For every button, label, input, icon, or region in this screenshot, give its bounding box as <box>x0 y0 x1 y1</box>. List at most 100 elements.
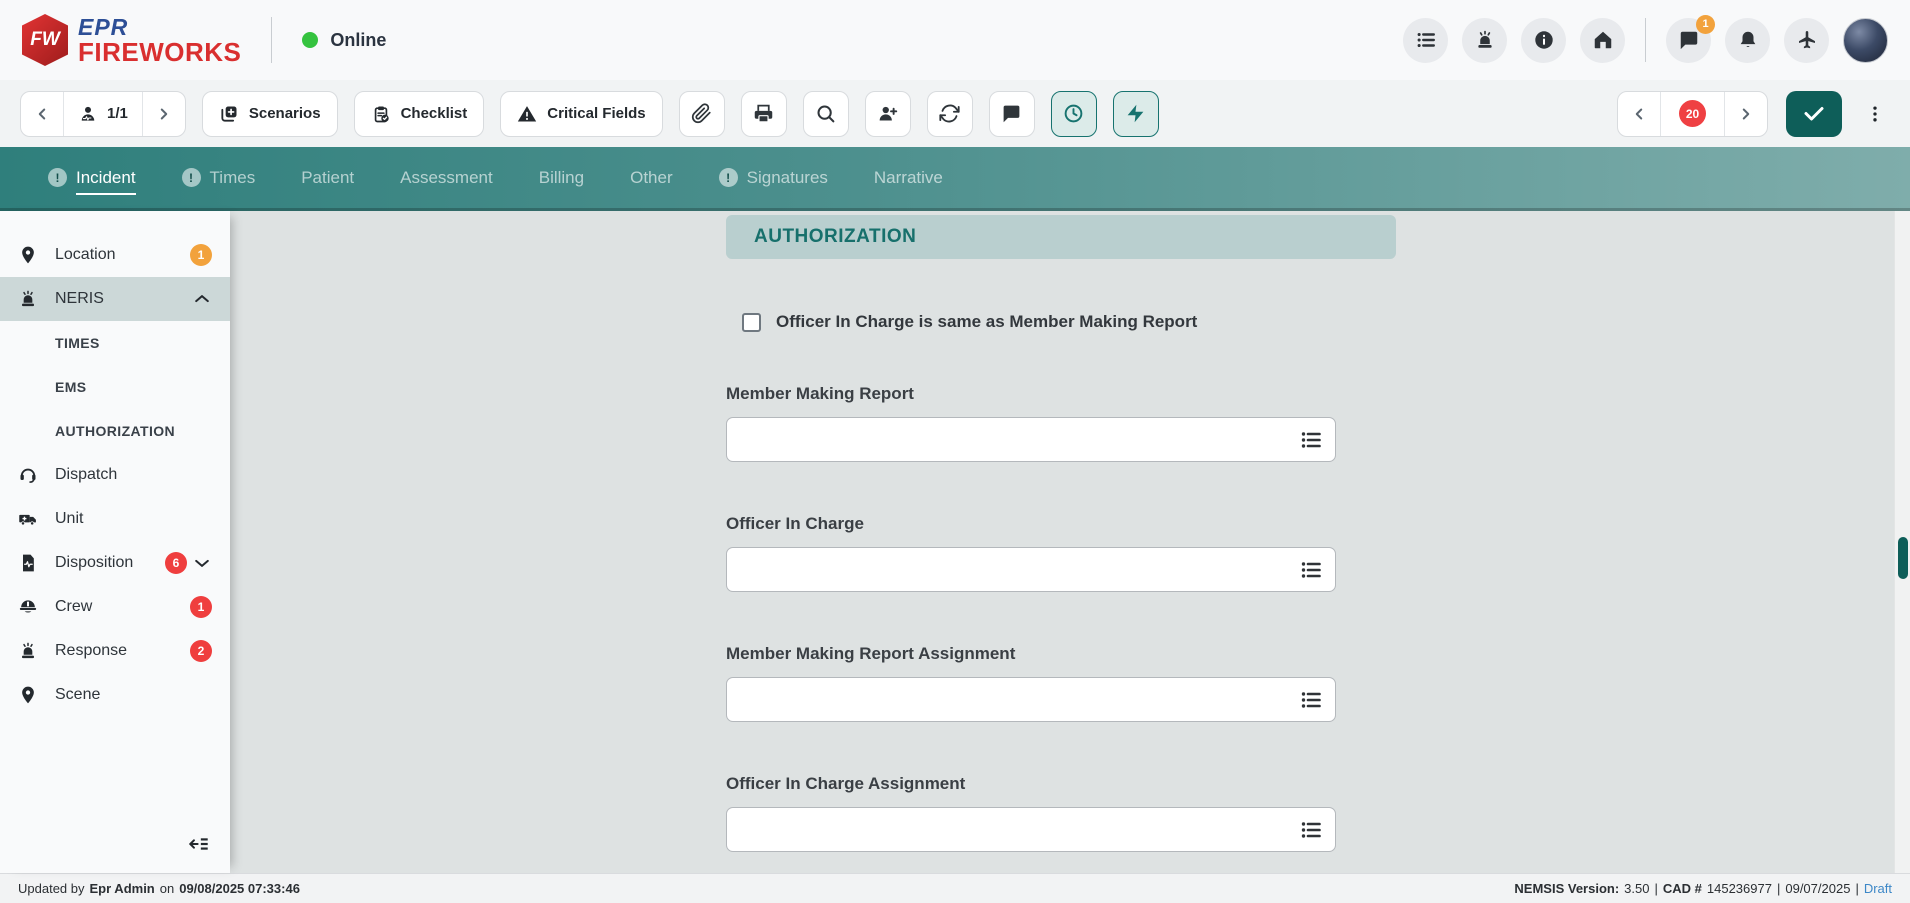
sidebar-item-crew[interactable]: Crew 1 <box>0 585 230 629</box>
officer-in-charge-lookup-button[interactable] <box>1287 548 1335 591</box>
sidebar-item-unit[interactable]: Unit <box>0 497 230 541</box>
search-button[interactable] <box>803 91 849 137</box>
crew-badge: 1 <box>190 596 212 618</box>
print-button[interactable] <box>741 91 787 137</box>
notifications-bell-icon[interactable] <box>1725 18 1770 63</box>
checklist-icon <box>371 104 391 124</box>
scenarios-label: Scenarios <box>249 105 321 122</box>
member-making-report-lookup-button[interactable] <box>1287 418 1335 461</box>
tab-other[interactable]: Other <box>630 168 673 188</box>
sidebar-item-neris[interactable]: NERIS <box>0 277 230 321</box>
comments-button[interactable] <box>989 91 1035 137</box>
officer-in-charge-field-group: Officer In Charge <box>726 514 1336 592</box>
refresh-icon <box>939 103 960 124</box>
add-person-button[interactable] <box>865 91 911 137</box>
app-window: FW EPR FIREWORKS Online 1 <box>0 0 1910 903</box>
officer-in-charge-input[interactable] <box>727 548 1287 591</box>
siren-icon <box>18 289 38 309</box>
chevron-down-icon <box>192 553 212 573</box>
messages-icon[interactable]: 1 <box>1666 18 1711 63</box>
tab-billing[interactable]: Billing <box>539 168 584 188</box>
checkmark-icon <box>1802 102 1826 126</box>
oic-same-as-mmr-checkbox-row[interactable]: Officer In Charge is same as Member Maki… <box>742 312 1396 332</box>
previous-issue-button[interactable] <box>1618 92 1660 136</box>
paperclip-icon <box>691 103 712 124</box>
officer-in-charge-assignment-label: Officer In Charge Assignment <box>726 774 1336 794</box>
officer-in-charge-assignment-input[interactable] <box>727 808 1287 851</box>
member-making-report-assignment-lookup-button[interactable] <box>1287 678 1335 721</box>
scenarios-icon <box>219 104 239 124</box>
last-updated-text: Updated by Epr Admin on 09/08/2025 07:33… <box>18 881 300 896</box>
sidebar-item-scene[interactable]: Scene <box>0 673 230 717</box>
sidebar-subitem-ems[interactable]: EMS <box>0 365 230 409</box>
tab-incident[interactable]: ! Incident <box>48 168 136 188</box>
draft-status-link[interactable]: Draft <box>1864 881 1892 896</box>
officer-in-charge-assignment-field-group: Officer In Charge Assignment <box>726 774 1336 852</box>
logo-shield-icon: FW <box>22 14 68 66</box>
tab-narrative[interactable]: Narrative <box>874 168 943 188</box>
siren-icon[interactable] <box>1462 18 1507 63</box>
connection-status: Online <box>302 30 386 51</box>
form-main-area: AUTHORIZATION Officer In Charge is same … <box>230 211 1910 873</box>
updated-by-user: Epr Admin <box>90 881 155 896</box>
list-select-icon <box>1299 558 1323 582</box>
next-record-button[interactable] <box>143 92 185 136</box>
incident-sidebar: Location 1 NERIS TIMES EMS AUTHORIZATION… <box>0 211 230 873</box>
quick-actions-button[interactable] <box>1113 91 1159 137</box>
incident-alert-icon: ! <box>48 168 67 187</box>
member-making-report-label: Member Making Report <box>726 384 1336 404</box>
times-quick-button[interactable] <box>1051 91 1097 137</box>
sidebar-subitem-times[interactable]: TIMES <box>0 321 230 365</box>
next-issue-button[interactable] <box>1725 92 1767 136</box>
tab-assessment[interactable]: Assessment <box>400 168 493 188</box>
vertical-scrollbar[interactable] <box>1894 211 1910 873</box>
user-avatar[interactable] <box>1843 18 1888 63</box>
section-tabbar: ! Incident ! Times Patient Assessment Bi… <box>0 147 1910 211</box>
list-menu-icon[interactable] <box>1403 18 1448 63</box>
validate-save-button[interactable] <box>1786 91 1842 137</box>
logo-text-epr: EPR <box>78 16 241 39</box>
tab-signatures[interactable]: ! Signatures <box>719 168 828 188</box>
patient-icon <box>78 104 98 124</box>
updated-datetime: 09/08/2025 07:33:46 <box>179 881 300 896</box>
warning-triangle-icon <box>517 104 537 124</box>
list-select-icon <box>1299 818 1323 842</box>
sidebar-collapse-button[interactable] <box>186 833 212 855</box>
sync-button[interactable] <box>927 91 973 137</box>
airplane-mode-icon[interactable] <box>1784 18 1829 63</box>
tab-times[interactable]: ! Times <box>182 168 256 188</box>
scenarios-button[interactable]: Scenarios <box>202 91 338 137</box>
info-icon[interactable] <box>1521 18 1566 63</box>
record-counter: 1/1 <box>63 92 143 136</box>
attachments-button[interactable] <box>679 91 725 137</box>
collapse-sidebar-icon <box>186 833 212 855</box>
nemsis-version-value: 3.50 <box>1624 881 1649 896</box>
search-icon <box>815 103 836 124</box>
online-status-dot <box>302 32 318 48</box>
chevron-up-icon <box>192 289 212 309</box>
oic-same-as-mmr-checkbox[interactable] <box>742 313 761 332</box>
sidebar-subitem-authorization[interactable]: AUTHORIZATION <box>0 409 230 453</box>
headset-icon <box>18 465 38 485</box>
officer-in-charge-assignment-lookup-button[interactable] <box>1287 808 1335 851</box>
member-making-report-input[interactable] <box>727 418 1287 461</box>
previous-record-button[interactable] <box>21 92 63 136</box>
record-counter-label: 1/1 <box>107 105 128 122</box>
sidebar-item-disposition[interactable]: Disposition 6 <box>0 541 230 585</box>
times-alert-icon: ! <box>182 168 201 187</box>
scrollbar-thumb[interactable] <box>1898 537 1908 579</box>
printer-icon <box>753 103 774 124</box>
tab-patient[interactable]: Patient <box>301 168 354 188</box>
sidebar-item-location[interactable]: Location 1 <box>0 233 230 277</box>
member-making-report-assignment-input[interactable] <box>727 678 1287 721</box>
checklist-button[interactable]: Checklist <box>354 91 485 137</box>
nemsis-version-label: NEMSIS Version: <box>1514 881 1619 896</box>
more-options-button[interactable] <box>1860 91 1890 137</box>
sidebar-item-dispatch[interactable]: Dispatch <box>0 453 230 497</box>
list-select-icon <box>1299 428 1323 452</box>
status-footer: Updated by Epr Admin on 09/08/2025 07:33… <box>0 873 1910 903</box>
critical-fields-button[interactable]: Critical Fields <box>500 91 662 137</box>
sidebar-item-response[interactable]: Response 2 <box>0 629 230 673</box>
record-toolbar: 1/1 Scenarios Checklist Critical Fields <box>0 80 1910 147</box>
home-icon[interactable] <box>1580 18 1625 63</box>
